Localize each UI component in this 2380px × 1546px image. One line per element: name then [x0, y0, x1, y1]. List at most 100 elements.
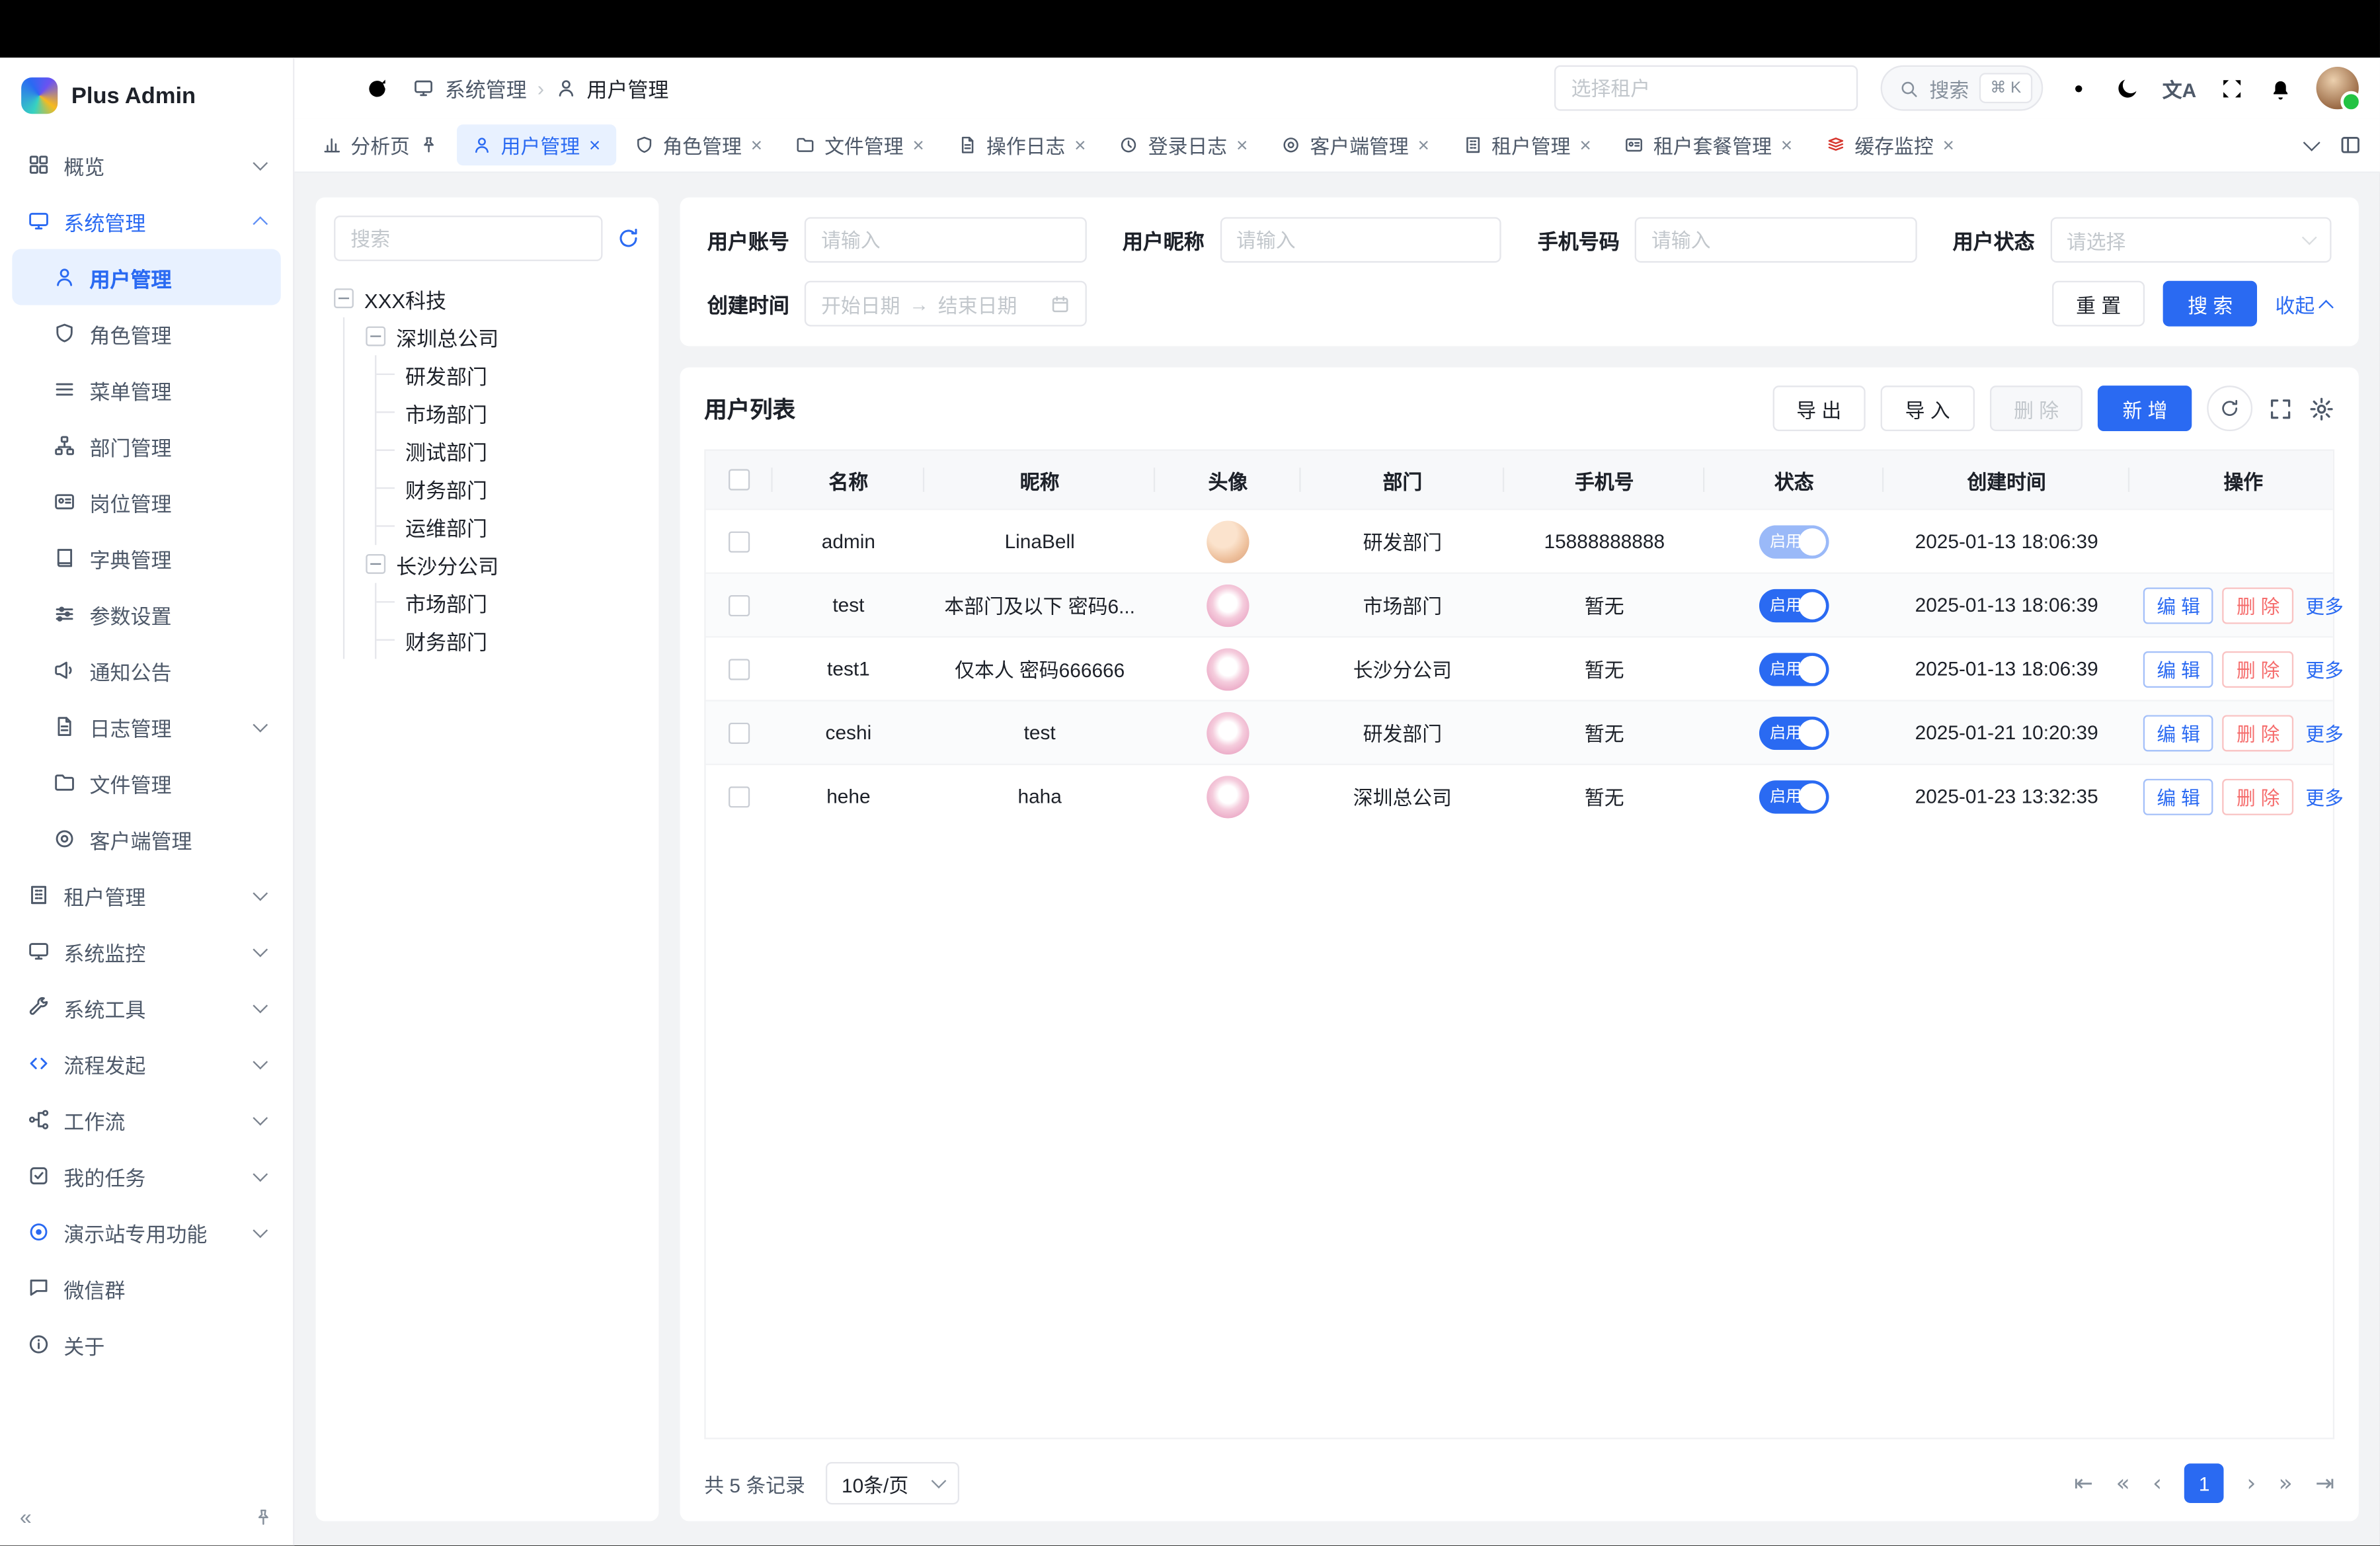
collapse-filters-link[interactable]: 收起 — [2276, 289, 2332, 318]
sidebar-item-file-management[interactable]: 文件管理 — [12, 754, 280, 811]
sidebar-item-param-settings[interactable]: 参数设置 — [12, 586, 280, 642]
sidebar-item-workflow[interactable]: 工作流 — [12, 1092, 280, 1148]
sidebar-item-overview[interactable]: 概览 — [12, 137, 280, 193]
more-button[interactable]: 更多 — [2305, 782, 2343, 811]
sidebar-item-dict-management[interactable]: 字典管理 — [12, 530, 280, 586]
tree-node-dept[interactable]: 财务部门 — [398, 621, 641, 659]
tree-node-branch[interactable]: 长沙分公司 — [366, 545, 641, 583]
delete-row-button[interactable]: 删 除 — [2223, 714, 2293, 751]
tenant-select-input[interactable] — [1554, 65, 1858, 111]
tree-node-dept[interactable]: 运维部门 — [398, 507, 641, 545]
tree-node-dept[interactable]: 市场部门 — [398, 393, 641, 431]
row-checkbox[interactable] — [729, 722, 750, 743]
more-button[interactable]: 更多 — [2305, 718, 2343, 747]
delete-row-button[interactable]: 删 除 — [2223, 587, 2293, 623]
row-checkbox[interactable] — [729, 786, 750, 807]
edit-button[interactable]: 编 辑 — [2143, 651, 2214, 687]
global-search-button[interactable]: 搜索 ⌘ K — [1881, 65, 2042, 111]
tree-node-dept[interactable]: 研发部门 — [398, 355, 641, 393]
close-icon[interactable]: × — [912, 135, 924, 155]
table-fullscreen-icon[interactable] — [2268, 395, 2293, 421]
sidebar-item-post-management[interactable]: 岗位管理 — [12, 473, 280, 530]
translate-icon[interactable]: 文A — [2162, 73, 2196, 102]
status-toggle[interactable]: 启用 — [1759, 524, 1829, 558]
close-icon[interactable]: × — [1781, 135, 1792, 155]
sidebar-item-menu-management[interactable]: 菜单管理 — [12, 361, 280, 417]
tab-analysis[interactable]: 分析页 — [307, 124, 454, 165]
status-toggle[interactable]: 启用 — [1759, 589, 1829, 622]
sidebar-item-my-tasks[interactable]: 我的任务 — [12, 1148, 280, 1204]
search-button[interactable]: 搜 索 — [2163, 281, 2256, 327]
sidebar-item-system-management[interactable]: 系统管理 — [12, 193, 280, 249]
status-select[interactable]: 请选择 — [2050, 217, 2332, 263]
first-page-button[interactable]: ⇤ — [2074, 1472, 2093, 1494]
edit-button[interactable]: 编 辑 — [2143, 778, 2214, 815]
table-row[interactable]: test 本部门及以下 密码6... 市场部门 暂无 启用 2025-01-13… — [706, 573, 2333, 636]
tab-file-management[interactable]: 文件管理× — [781, 124, 939, 165]
select-all-checkbox[interactable] — [729, 469, 750, 490]
table-row[interactable]: admin LinaBell 研发部门 15888888888 启用 2025-… — [706, 509, 2333, 572]
tree-node-branch[interactable]: 深圳总公司 — [366, 317, 641, 355]
more-button[interactable]: 更多 — [2305, 655, 2343, 684]
bell-icon[interactable] — [2268, 75, 2293, 101]
tree-search-input[interactable] — [334, 216, 602, 261]
sidebar-item-client-management[interactable]: 客户端管理 — [12, 811, 280, 867]
table-settings-icon[interactable] — [2309, 395, 2334, 421]
delete-button[interactable]: 删 除 — [1989, 386, 2082, 431]
sidebar-item-system-tools[interactable]: 系统工具 — [12, 979, 280, 1036]
close-icon[interactable]: × — [589, 135, 600, 155]
gear-icon[interactable] — [2065, 75, 2091, 101]
sidebar-collapse-button[interactable]: « — [20, 1506, 32, 1527]
sidebar-item-demo-features[interactable]: 演示站专用功能 — [12, 1204, 280, 1260]
row-checkbox[interactable] — [729, 594, 750, 616]
tab-login-log[interactable]: 登录日志× — [1104, 124, 1263, 165]
sidebar-item-system-monitor[interactable]: 系统监控 — [12, 923, 280, 979]
row-checkbox[interactable] — [729, 530, 750, 551]
tree-expander-icon[interactable] — [366, 327, 385, 346]
tab-role-management[interactable]: 角色管理× — [619, 124, 777, 165]
account-input[interactable] — [805, 217, 1086, 263]
tab-cache-monitor[interactable]: 缓存监控× — [1811, 124, 1969, 165]
sidebar-item-wechat-group[interactable]: 微信群 — [12, 1260, 280, 1317]
row-checkbox[interactable] — [729, 658, 750, 679]
chevron-down-icon[interactable] — [2303, 134, 2320, 151]
prev-page-button[interactable]: ‹ — [2153, 1472, 2162, 1494]
tree-expander-icon[interactable] — [366, 554, 385, 574]
nickname-input[interactable] — [1220, 217, 1501, 263]
tab-user-management[interactable]: 用户管理× — [457, 124, 615, 165]
delete-row-button[interactable]: 删 除 — [2223, 651, 2293, 687]
close-icon[interactable]: × — [1943, 135, 1954, 155]
breadcrumb-item[interactable]: 系统管理 — [445, 73, 527, 103]
tree-node-company[interactable]: XXX科技 — [334, 279, 641, 317]
tree-expander-icon[interactable] — [334, 288, 354, 308]
phone-input[interactable] — [1635, 217, 1917, 263]
reset-button[interactable]: 重 置 — [2051, 281, 2145, 327]
tab-tenant-package[interactable]: 租户套餐管理× — [1609, 124, 1807, 165]
sidebar-item-process-start[interactable]: 流程发起 — [12, 1036, 280, 1092]
close-icon[interactable]: × — [1074, 135, 1086, 155]
date-range-picker[interactable]: 开始日期 → 结束日期 — [805, 281, 1086, 327]
status-toggle[interactable]: 启用 — [1759, 780, 1829, 813]
status-toggle[interactable]: 启用 — [1759, 716, 1829, 750]
close-icon[interactable]: × — [1418, 135, 1429, 155]
sidebar-item-role-management[interactable]: 角色管理 — [12, 305, 280, 361]
edit-button[interactable]: 编 辑 — [2143, 714, 2214, 751]
tab-operation-log[interactable]: 操作日志× — [942, 124, 1101, 165]
moon-icon[interactable] — [2114, 75, 2139, 101]
tree-node-dept[interactable]: 市场部门 — [398, 583, 641, 621]
prev-pages-button[interactable]: « — [2116, 1472, 2130, 1494]
table-row[interactable]: test1 仅本人 密码666666 长沙分公司 暂无 启用 2025-01-1… — [706, 636, 2333, 700]
export-button[interactable]: 导 出 — [1772, 386, 1865, 431]
pin-icon[interactable] — [419, 135, 439, 155]
refresh-icon[interactable] — [364, 75, 390, 101]
fullscreen-icon[interactable] — [2219, 75, 2245, 101]
import-button[interactable]: 导 入 — [1881, 386, 1974, 431]
hamburger-icon[interactable] — [316, 75, 342, 101]
pin-icon[interactable] — [253, 1507, 273, 1527]
table-refresh-button[interactable] — [2207, 386, 2252, 431]
status-toggle[interactable]: 启用 — [1759, 652, 1829, 686]
table-row[interactable]: ceshi test 研发部门 暂无 启用 2025-01-21 10:20:3… — [706, 700, 2333, 763]
close-icon[interactable]: × — [1236, 135, 1248, 155]
tree-refresh-icon[interactable] — [616, 226, 641, 251]
layout-icon[interactable] — [2339, 134, 2361, 156]
